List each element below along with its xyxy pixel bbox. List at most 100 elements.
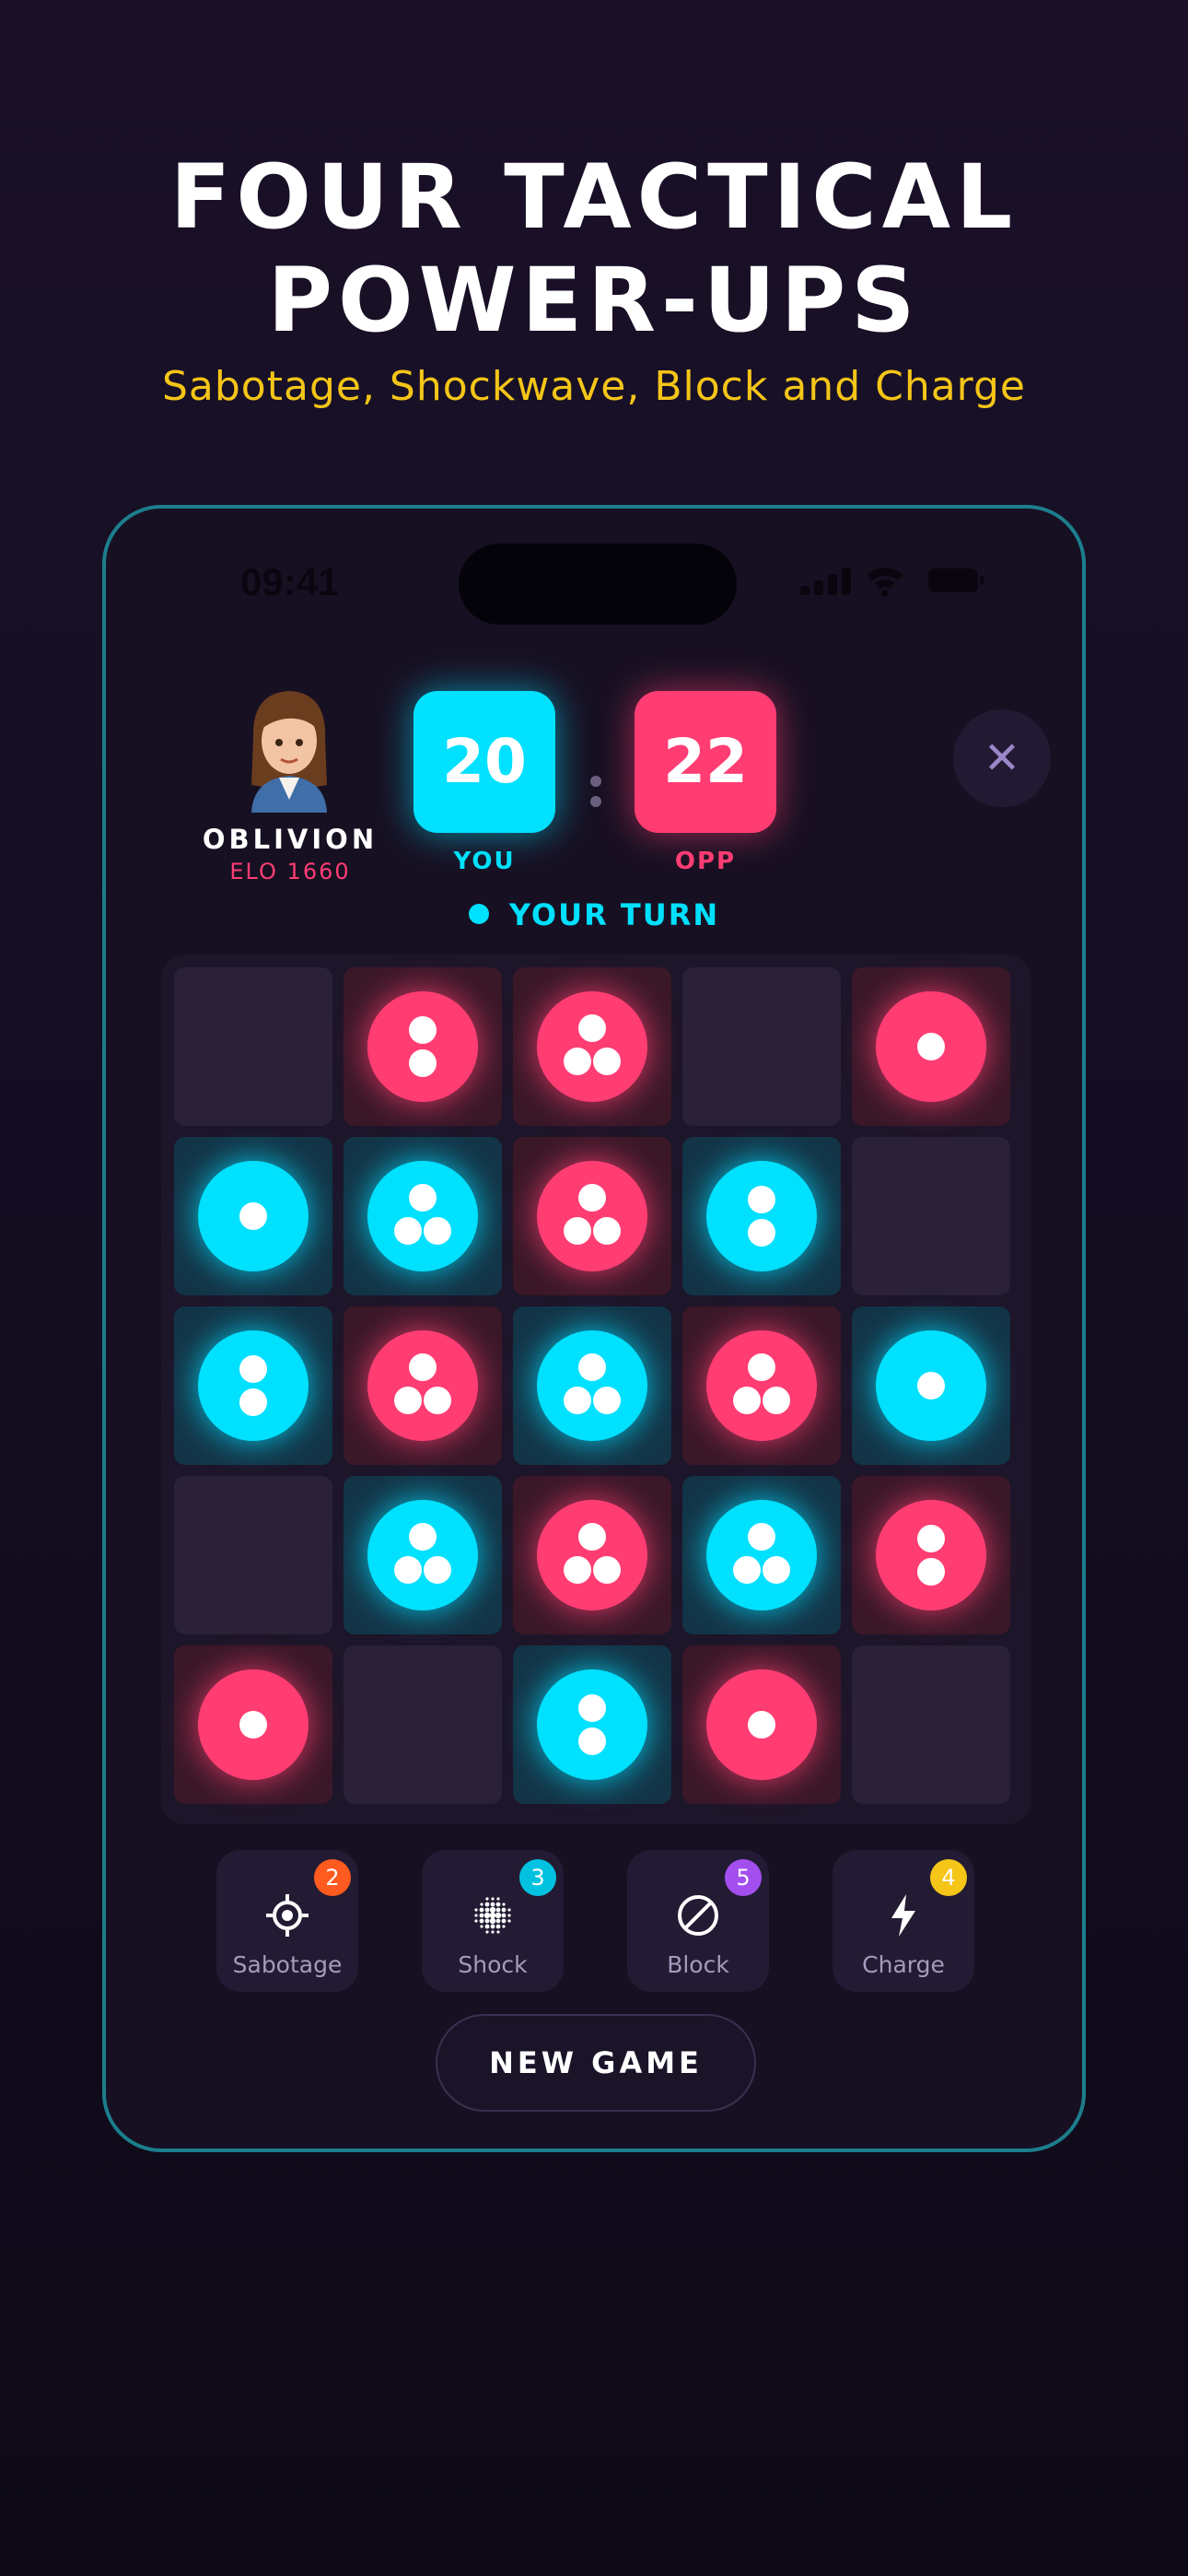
powerup-sabotage-button[interactable]: Sabotage 2 (216, 1850, 358, 1992)
board-cell[interactable] (513, 1306, 671, 1465)
disc-pip (409, 1523, 437, 1551)
board-cell[interactable] (852, 1645, 1010, 1804)
powerup-shock-button[interactable]: Shock 3 (422, 1850, 564, 1992)
disc-pip (239, 1355, 267, 1383)
opponent-disc (876, 1500, 986, 1610)
disc-pip (593, 1387, 621, 1414)
disc-pip (564, 1556, 591, 1584)
disc-pip (917, 1525, 945, 1552)
board-cell[interactable] (344, 1306, 502, 1465)
disc-pip (748, 1711, 775, 1739)
disc-pip (409, 1049, 437, 1077)
powerup-bar: Sabotage 2 Shock 3 Block 5 Charge 4 (106, 1850, 1082, 1997)
board-cell[interactable] (682, 967, 841, 1126)
disc-pip (593, 1048, 621, 1075)
disc-pip (593, 1217, 621, 1245)
disc-pip (748, 1523, 775, 1551)
wifi-icon (867, 568, 903, 597)
score-opp-label: OPP (674, 848, 737, 875)
board-cell[interactable] (344, 1476, 502, 1634)
board-cell[interactable] (513, 967, 671, 1126)
player-disc (706, 1161, 817, 1271)
board-cell[interactable] (682, 1476, 841, 1634)
disc-pip (239, 1202, 267, 1230)
disc-pip (239, 1388, 267, 1416)
board-cell[interactable] (682, 1645, 841, 1804)
disc-pip (748, 1353, 775, 1381)
board-cell[interactable] (344, 1137, 502, 1295)
disc-pip (748, 1219, 775, 1247)
board-cell[interactable] (174, 1645, 332, 1804)
board-cell[interactable] (682, 1137, 841, 1295)
player-name: OBLIVION (202, 824, 379, 855)
disc-pip (578, 1727, 606, 1755)
disc-pip (763, 1556, 790, 1584)
opponent-disc (198, 1669, 309, 1780)
lightning-icon (891, 1894, 915, 1937)
close-button[interactable]: ✕ (953, 709, 1051, 807)
powerup-count-badge: 5 (725, 1859, 762, 1896)
disc-pip (578, 1694, 606, 1722)
disc-pip (733, 1387, 761, 1414)
disc-pip (394, 1556, 422, 1584)
shockwave-icon (474, 1897, 511, 1934)
board-cell[interactable] (852, 1137, 1010, 1295)
disc-pip (424, 1556, 451, 1584)
promo-headline-line2: POWER-UPS (267, 249, 921, 352)
board-cell[interactable] (174, 1476, 332, 1634)
powerup-label: Shock (458, 1951, 528, 1978)
player-disc (198, 1161, 309, 1271)
status-bar: 09:41 (106, 509, 1082, 628)
dynamic-island (459, 544, 737, 625)
powerup-charge-button[interactable]: Charge 4 (833, 1850, 974, 1992)
disc-pip (564, 1048, 591, 1075)
disc-pip (917, 1558, 945, 1586)
disc-pip (748, 1186, 775, 1213)
battery-icon (928, 568, 984, 592)
player-disc (367, 1500, 478, 1610)
disc-pip (394, 1387, 422, 1414)
disc-pip (578, 1014, 606, 1042)
promo-page: FOUR TACTICAL POWER-UPS Sabotage, Shockw… (0, 0, 1188, 2576)
powerup-label: Sabotage (232, 1951, 343, 1978)
opponent-disc (706, 1330, 817, 1441)
opponent-disc (537, 1500, 647, 1610)
turn-dot (468, 904, 489, 924)
disc-pip (917, 1372, 945, 1399)
board-cell[interactable] (344, 967, 502, 1126)
board-cell[interactable] (344, 1645, 502, 1804)
turn-indicator: YOUR TURN (106, 897, 1082, 932)
player-disc (537, 1669, 647, 1780)
powerup-label: Charge (862, 1951, 945, 1978)
board-cell[interactable] (174, 1306, 332, 1465)
opponent-disc (706, 1669, 817, 1780)
disc-pip (239, 1711, 267, 1739)
opponent-disc (367, 1330, 478, 1441)
promo-subheadline: Sabotage, Shockwave, Block and Charge (161, 363, 1026, 410)
board-cell[interactable] (174, 967, 332, 1126)
disc-pip (578, 1353, 606, 1381)
opponent-disc (876, 991, 986, 1102)
powerup-count-badge: 2 (314, 1859, 351, 1896)
opponent-disc (537, 1161, 647, 1271)
disc-pip (593, 1556, 621, 1584)
board-cell[interactable] (513, 1476, 671, 1634)
disc-pip (564, 1387, 591, 1414)
player-disc (537, 1330, 647, 1441)
board-cell[interactable] (682, 1306, 841, 1465)
powerup-block-button[interactable]: Block 5 (627, 1850, 769, 1992)
powerup-count-badge: 3 (519, 1859, 556, 1896)
turn-label: YOUR TURN (508, 897, 720, 932)
board-cell[interactable] (513, 1137, 671, 1295)
disc-pip (917, 1033, 945, 1060)
board-cell[interactable] (174, 1137, 332, 1295)
new-game-button[interactable]: NEW GAME (436, 2014, 756, 2112)
board-cell[interactable] (852, 967, 1010, 1126)
board-cell[interactable] (852, 1306, 1010, 1465)
board-cell[interactable] (513, 1645, 671, 1804)
disc-pip (424, 1217, 451, 1245)
board-cell[interactable] (852, 1476, 1010, 1634)
game-board (161, 954, 1031, 1824)
disc-pip (409, 1353, 437, 1381)
score-opp: 22 (635, 691, 776, 833)
